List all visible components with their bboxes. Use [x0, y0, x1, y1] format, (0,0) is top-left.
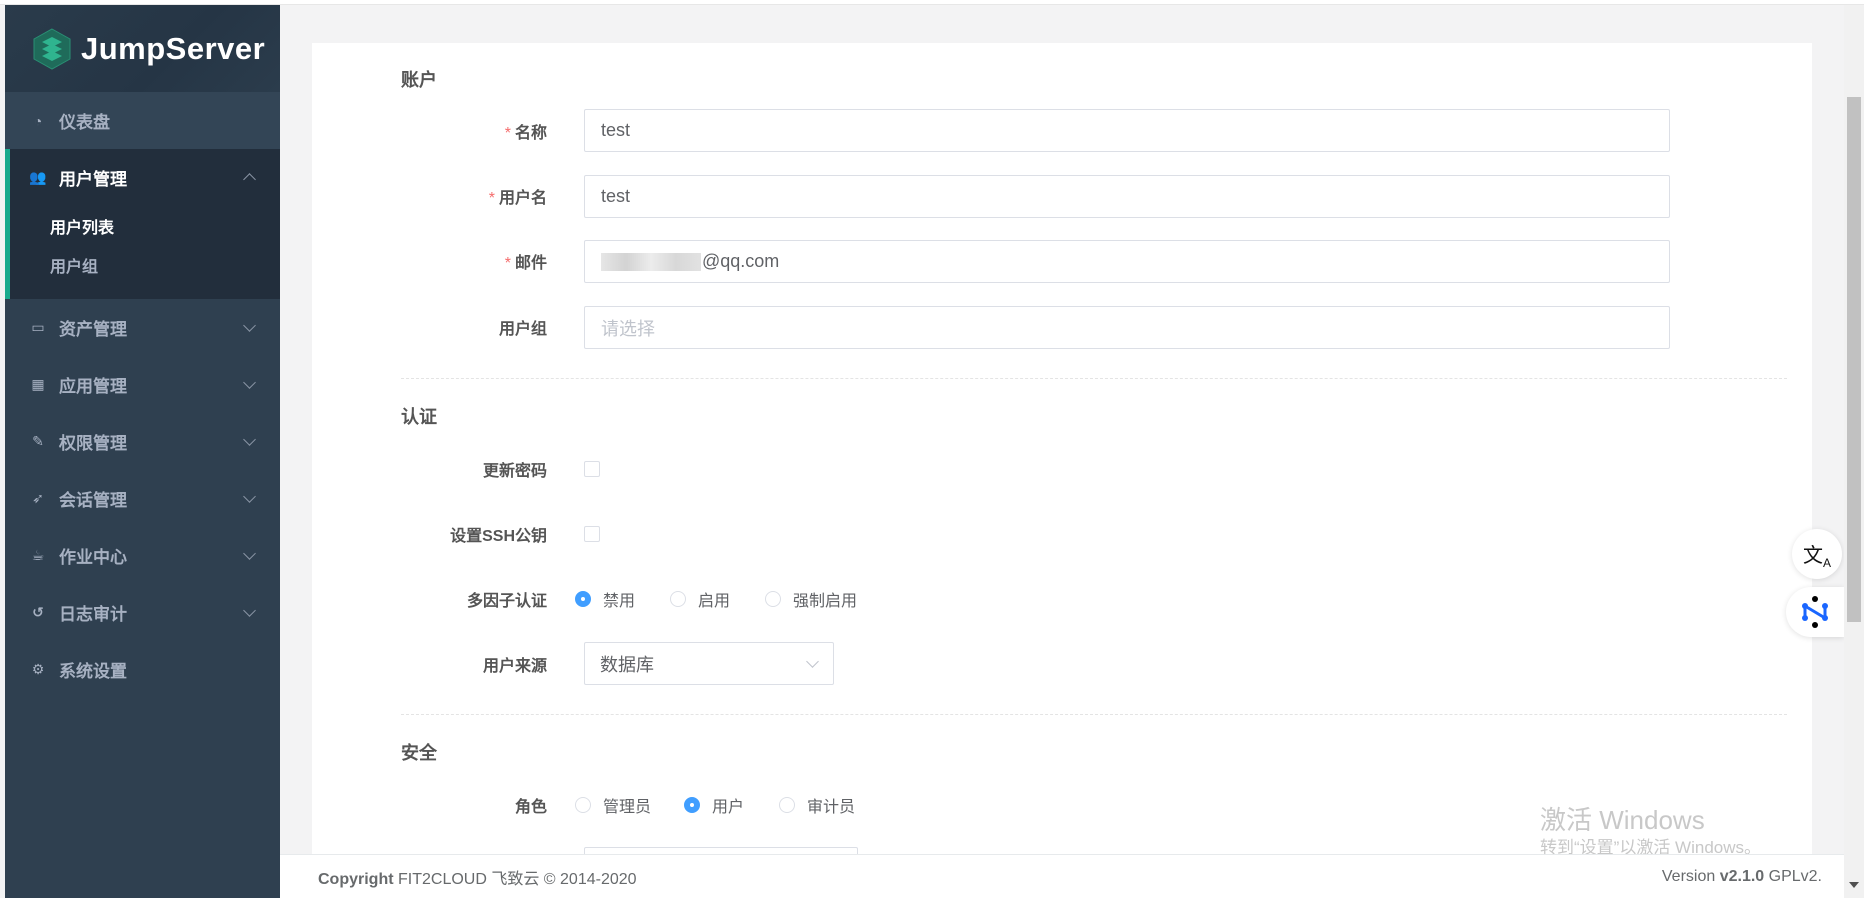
role-radio-admin[interactable]: 管理员 [575, 793, 651, 817]
sidebar-item-applications[interactable]: ▦ 应用管理 [5, 356, 280, 413]
user-source-value: 数据库 [600, 654, 654, 675]
translate-icon: 文A [1802, 544, 1831, 570]
sidebar-item-user-management[interactable]: 👥 用户管理 [10, 149, 280, 206]
user-group-label: 用户组 [498, 321, 547, 338]
grid-icon: ▦ [31, 376, 45, 392]
chevron-down-icon [243, 490, 256, 503]
sidebar-item-jobs[interactable]: ☕ 作业中心 [5, 527, 280, 584]
mfa-radio-enabled[interactable]: 启用 [670, 587, 730, 611]
scrollbar[interactable] [1844, 5, 1864, 898]
version-info: Version v2.1.0 GPLv2. [1661, 867, 1822, 885]
divider [401, 714, 1787, 715]
extension-button[interactable] [1786, 587, 1844, 637]
footer: Copyright FIT2CLOUD 飞致云 © 2014-2020 Vers… [280, 854, 1844, 898]
role-radio-user[interactable]: 用户 [684, 793, 744, 817]
username-input[interactable]: test [584, 175, 1670, 218]
gears-icon: ⚙ [31, 661, 45, 677]
sidebar-item-label: 应用管理 [59, 377, 127, 396]
user-source-select[interactable]: 数据库 [584, 642, 834, 685]
scrollbar-thumb[interactable] [1847, 97, 1861, 622]
sidebar-item-label: 仪表盘 [59, 113, 110, 132]
logo[interactable]: JumpServer [5, 5, 280, 92]
update-password-checkbox[interactable] [584, 461, 600, 477]
sidebar-item-label: 日志审计 [59, 605, 127, 624]
sidebar-item-user-list[interactable]: 用户列表 [10, 206, 280, 245]
mfa-radio-forced[interactable]: 强制启用 [765, 587, 857, 611]
sidebar-item-label: 会话管理 [59, 491, 127, 510]
chevron-down-icon [243, 433, 256, 446]
mfa-label: 多因子认证 [466, 593, 547, 610]
sidebar-item-label: 用户管理 [59, 170, 127, 189]
user-source-label: 用户来源 [482, 658, 547, 675]
logo-text: JumpServer [81, 30, 266, 66]
radio-icon [779, 797, 795, 813]
rocket-icon: ➶ [32, 490, 44, 506]
redacted-email [601, 252, 701, 271]
name-label: * 名称 [504, 125, 547, 142]
sidebar-group-users: 👥 用户管理 用户列表 用户组 [5, 149, 280, 299]
chevron-down-icon [806, 655, 819, 668]
role-radio-auditor[interactable]: 审计员 [779, 793, 855, 817]
username-value: test [601, 186, 631, 206]
sidebar-item-label: 权限管理 [59, 434, 127, 453]
chevron-down-icon [243, 604, 256, 617]
sidebar-item-label: 系统设置 [59, 662, 127, 681]
role-label: 角色 [514, 799, 547, 816]
history-icon: ↺ [32, 604, 44, 620]
inbox-icon: ▭ [31, 319, 45, 335]
user-group-placeholder: 请选择 [601, 318, 655, 339]
update-password-label: 更新密码 [482, 463, 547, 480]
sidebar-item-label: 作业中心 [59, 548, 127, 567]
copyright: Copyright FIT2CLOUD 飞致云 © 2014-2020 [318, 870, 637, 888]
chevron-up-icon [243, 173, 256, 186]
sidebar-item-user-group[interactable]: 用户组 [10, 245, 280, 284]
sidebar-item-permissions[interactable]: ✎ 权限管理 [5, 413, 280, 470]
chevron-down-icon [243, 319, 256, 332]
chevron-down-icon [243, 376, 256, 389]
section-title-auth: 认证 [401, 407, 437, 427]
watermark-title: 激活 Windows [1540, 805, 1705, 835]
name-input[interactable]: test [584, 109, 1670, 152]
dashboard-icon: ◔ [33, 112, 43, 129]
user-form-card [312, 43, 1812, 863]
username-label: * 用户名 [488, 190, 547, 207]
radio-checked-icon [684, 797, 700, 813]
ssh-key-label: 设置SSH公钥 [450, 528, 547, 545]
email-input[interactable]: @qq.com [584, 240, 1670, 283]
section-title-account: 账户 [401, 70, 437, 90]
network-nodes-icon [1802, 596, 1828, 628]
sidebar-item-sessions[interactable]: ➶ 会话管理 [5, 470, 280, 527]
mfa-radio-disabled[interactable]: 禁用 [575, 587, 635, 611]
radio-icon [575, 797, 591, 813]
sidebar-item-settings[interactable]: ⚙ 系统设置 [5, 641, 280, 698]
sidebar-item-dashboard[interactable]: ◔ 仪表盘 [5, 92, 280, 149]
radio-checked-icon [575, 591, 591, 607]
chevron-down-icon [243, 547, 256, 560]
sidebar-item-audit[interactable]: ↺ 日志审计 [5, 584, 280, 641]
users-icon: 👥 [29, 169, 47, 185]
email-label: * 邮件 [504, 255, 547, 272]
section-title-security: 安全 [401, 743, 437, 763]
sidebar-item-assets[interactable]: ▭ 资产管理 [5, 299, 280, 356]
sidebar-item-label: 资产管理 [59, 320, 127, 339]
jumpserver-logo-icon [33, 27, 71, 70]
scroll-down-arrow-icon[interactable] [1849, 882, 1859, 893]
name-value: test [601, 120, 631, 140]
radio-icon [765, 591, 781, 607]
ssh-key-checkbox[interactable] [584, 526, 600, 542]
coffee-icon: ☕ [31, 547, 45, 563]
sidebar: JumpServer ◔ 仪表盘 👥 用户管理 用户列表 用户组 ▭ 资产管理 ▦ 应用… [5, 5, 280, 898]
radio-icon [670, 591, 686, 607]
user-group-select[interactable]: 请选择 [584, 306, 1670, 349]
translate-button[interactable]: 文A [1792, 529, 1842, 579]
email-value: @qq.com [702, 251, 780, 271]
divider [401, 378, 1787, 379]
edit-icon: ✎ [32, 433, 44, 449]
